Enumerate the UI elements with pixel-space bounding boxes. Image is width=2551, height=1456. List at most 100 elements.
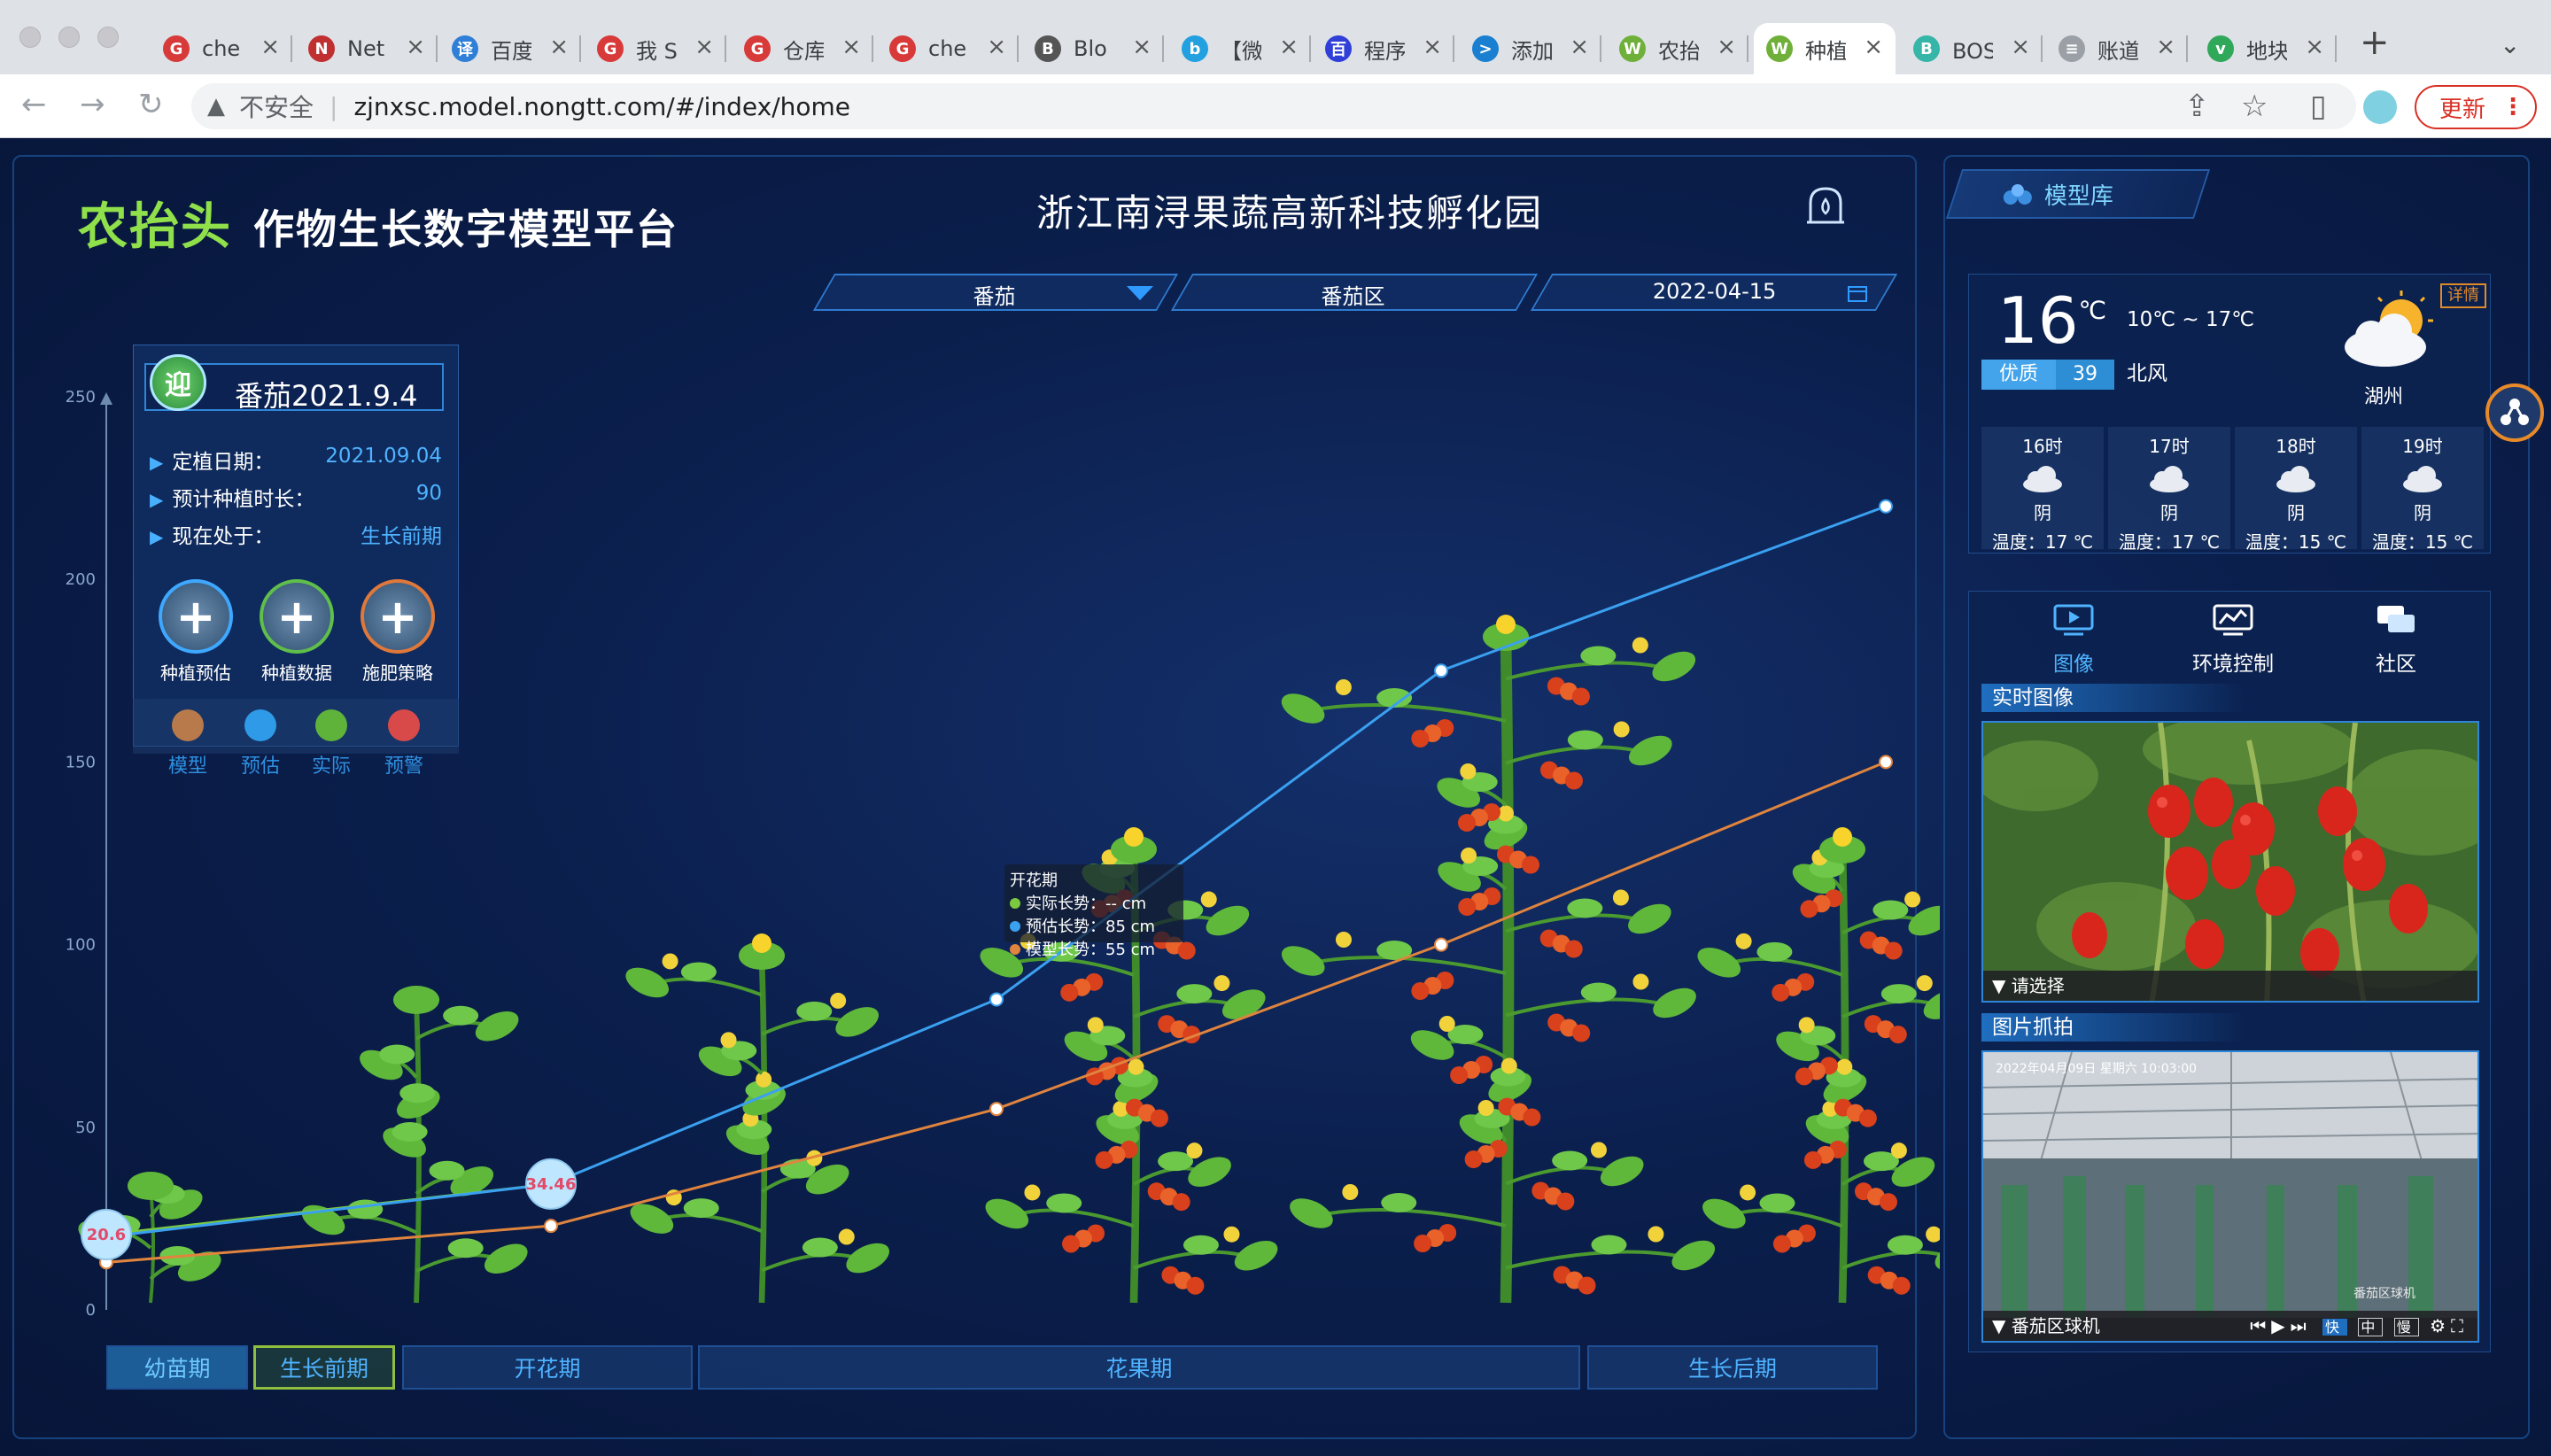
tab-close-icon[interactable]: × bbox=[1717, 34, 1736, 60]
window-minimize-button[interactable] bbox=[58, 27, 80, 48]
series-point[interactable] bbox=[544, 1219, 558, 1234]
browser-tab[interactable]: W 种植 × bbox=[1754, 23, 1896, 74]
tab-close-icon[interactable]: × bbox=[841, 34, 861, 60]
temperature-range: 10℃ ~ 17℃ bbox=[2127, 308, 2255, 331]
prev-icon[interactable]: ⏮ bbox=[2250, 1315, 2271, 1336]
browser-tab[interactable]: b 【微 × bbox=[1169, 23, 1311, 74]
tab-title: 添加项目 bbox=[1511, 38, 1552, 64]
y-axis-arrow bbox=[100, 392, 112, 405]
forecast-weather: 阴 bbox=[2160, 502, 2178, 523]
profile-avatar[interactable] bbox=[2363, 90, 2397, 124]
next-icon[interactable]: ⏭ bbox=[2291, 1315, 2312, 1336]
browser-tab[interactable]: 百程序 × bbox=[1313, 23, 1454, 74]
speed-slow-button[interactable]: 慢 bbox=[2393, 1318, 2419, 1336]
new-tab-button[interactable]: + bbox=[2360, 23, 2390, 62]
stage-flowering[interactable]: 开花期 bbox=[402, 1345, 693, 1390]
favicon-icon: ≡ bbox=[2059, 35, 2085, 62]
browser-tab[interactable]: B Blo × bbox=[1022, 23, 1164, 74]
camera-name[interactable]: 番茄区球机 bbox=[2012, 1315, 2100, 1336]
capture-image[interactable]: 2022年04月09日 星期六 10:03:00 番茄区球机 ▼ 番茄区球机 ⏮… bbox=[1981, 1050, 2479, 1343]
weather-detail-button[interactable]: 详情 bbox=[2440, 283, 2486, 308]
tab-close-icon[interactable]: × bbox=[987, 34, 1006, 60]
not-secure-label[interactable]: 不安全 bbox=[239, 89, 314, 124]
window-zoom-button[interactable] bbox=[97, 27, 119, 48]
tab-search-chevron-icon[interactable]: ⌄ bbox=[2500, 30, 2520, 59]
bookmark-star-icon[interactable]: ☆ bbox=[2241, 89, 2268, 124]
planting-estimate-button[interactable]: + 种植预估 bbox=[157, 579, 235, 685]
update-button[interactable]: 更新 ⋮ bbox=[2415, 85, 2537, 129]
browser-tab[interactable]: Gche × bbox=[877, 23, 1019, 74]
tab-close-icon[interactable]: × bbox=[2011, 34, 2030, 60]
address-bar[interactable]: ▲ 不安全 | zjnxsc.model.nongtt.com/#/index/… bbox=[191, 83, 2356, 129]
tab-close-icon[interactable]: × bbox=[260, 34, 280, 60]
tab-title: 程序 bbox=[1364, 38, 1405, 64]
live-image[interactable]: ▼ 请选择 bbox=[1981, 721, 2479, 1003]
back-arrow-icon[interactable]: ← bbox=[21, 87, 47, 122]
sidebar-icon[interactable]: ▯ bbox=[2310, 89, 2327, 124]
model-library-button[interactable]: 模型库 bbox=[1945, 169, 2211, 219]
tab-close-icon[interactable]: × bbox=[1423, 34, 1442, 60]
tab-close-icon[interactable]: × bbox=[406, 34, 425, 60]
series-point[interactable] bbox=[1434, 663, 1448, 678]
tab-close-icon[interactable]: × bbox=[1864, 34, 1883, 60]
tab-close-icon[interactable]: × bbox=[694, 34, 714, 60]
tab-title: 种植 bbox=[1805, 38, 1846, 64]
stage-early-growth[interactable]: 生长前期 bbox=[253, 1345, 395, 1390]
aqi-value: 39 bbox=[2073, 363, 2097, 385]
browser-tab[interactable]: 译百度 × bbox=[439, 23, 581, 74]
speed-fast-button[interactable]: 快 bbox=[2322, 1319, 2347, 1336]
settings-gear-icon[interactable]: ⚙ bbox=[2430, 1315, 2451, 1336]
tab-community[interactable]: 社区 bbox=[2325, 604, 2467, 677]
tab-close-icon[interactable]: × bbox=[1279, 34, 1299, 60]
browser-tab[interactable]: G 仓库 × bbox=[732, 23, 873, 74]
tab-image[interactable]: 图像 bbox=[2003, 604, 2144, 677]
browser-tab[interactable]: W 农抬头 × bbox=[1607, 23, 1748, 74]
window-close-button[interactable] bbox=[19, 27, 41, 48]
browser-tab[interactable]: Gche × bbox=[151, 23, 292, 74]
stage-late-growth[interactable]: 生长后期 bbox=[1587, 1345, 1878, 1390]
browser-tab[interactable]: B BOSS直 × bbox=[1901, 23, 2043, 74]
share-float-button[interactable] bbox=[2485, 383, 2544, 442]
browser-tab[interactable]: > 添加项目 × bbox=[1460, 23, 1601, 74]
forward-arrow-icon[interactable]: → bbox=[80, 87, 105, 122]
series-point[interactable] bbox=[1879, 755, 1893, 770]
stage-fruiting[interactable]: 花果期 bbox=[698, 1345, 1580, 1390]
cloud-icon bbox=[2403, 466, 2442, 492]
browser-tab[interactable]: ≡ 账道 - × bbox=[2046, 23, 2188, 74]
tab-close-icon[interactable]: × bbox=[549, 34, 569, 60]
caret-down-icon: ▼ bbox=[1992, 1315, 2012, 1336]
tab-close-icon[interactable]: × bbox=[1570, 34, 1589, 60]
camera-controls: ▼ 番茄区球机 ⏮▶⏭ 快 中 慢 ⚙⛶ bbox=[1983, 1311, 2477, 1341]
series-point[interactable] bbox=[989, 1102, 1004, 1117]
series-point[interactable] bbox=[1879, 499, 1893, 514]
browser-tab[interactable]: v 地块管理 × bbox=[2195, 23, 2337, 74]
forecast-temp: 温度：15 ℃ bbox=[2245, 531, 2347, 553]
forecast-hour: 18时 bbox=[2276, 436, 2316, 457]
fertilizer-strategy-button[interactable]: + 施肥策略 bbox=[359, 579, 437, 685]
share-icon[interactable]: ⇪ bbox=[2184, 89, 2210, 124]
reload-icon[interactable]: ↻ bbox=[138, 87, 164, 122]
tab-close-icon[interactable]: × bbox=[2305, 34, 2324, 60]
speed-mid-button[interactable]: 中 bbox=[2358, 1318, 2384, 1336]
play-icon[interactable]: ▶ bbox=[2271, 1315, 2290, 1336]
legend-item-model[interactable]: 模型 bbox=[152, 709, 223, 778]
legend-item-warning[interactable]: 预警 bbox=[368, 709, 439, 778]
update-label: 更新 bbox=[2439, 96, 2486, 123]
camera-select[interactable]: ▼ 请选择 bbox=[1983, 971, 2477, 1001]
url-text[interactable]: zjnxsc.model.nongtt.com/#/index/home bbox=[353, 92, 850, 121]
fullscreen-icon[interactable]: ⛶ bbox=[2451, 1315, 2469, 1336]
series-point[interactable] bbox=[1434, 937, 1448, 952]
planting-data-button[interactable]: + 种植数据 bbox=[258, 579, 336, 685]
tab-close-icon[interactable]: × bbox=[1132, 34, 1151, 60]
browser-tab[interactable]: N Net × bbox=[296, 23, 438, 74]
warning-icon[interactable]: ▲ bbox=[207, 93, 225, 120]
legend-item-estimate[interactable]: 预估 bbox=[225, 709, 296, 778]
favicon-icon: 译 bbox=[452, 35, 478, 62]
stage-seedling[interactable]: 幼苗期 bbox=[106, 1345, 248, 1390]
legend-item-actual[interactable]: 实际 bbox=[296, 709, 367, 778]
browser-tab[interactable]: G 我 S × bbox=[585, 23, 726, 74]
series-point[interactable] bbox=[989, 992, 1004, 1007]
tab-title: BOSS直 bbox=[1952, 38, 1993, 64]
tab-close-icon[interactable]: × bbox=[2156, 34, 2175, 60]
tab-environment[interactable]: 环境控制 bbox=[2162, 604, 2304, 677]
